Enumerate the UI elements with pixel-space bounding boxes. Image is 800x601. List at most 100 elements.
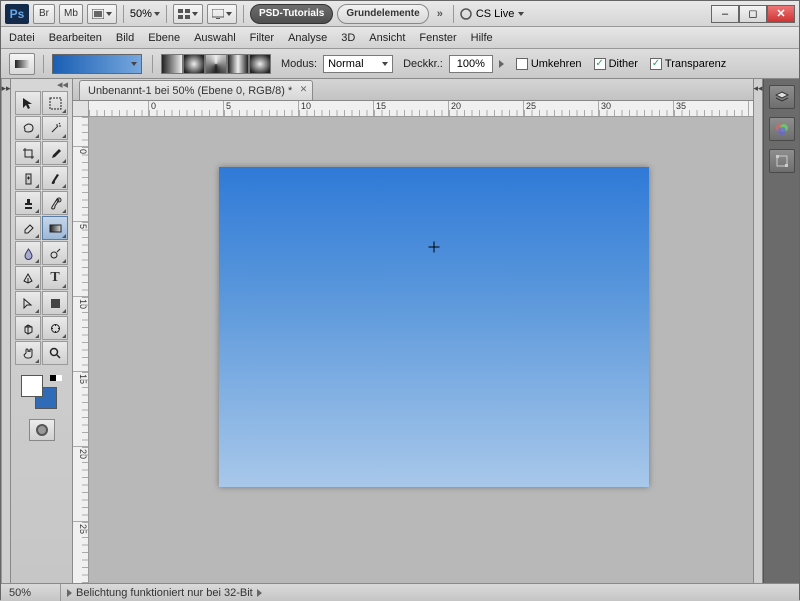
close-button[interactable]: ✕ <box>767 5 795 23</box>
toolbox: ◂◂ T <box>11 79 73 583</box>
menu-datei[interactable]: Datei <box>9 32 35 44</box>
stamp-tool[interactable] <box>15 191 41 215</box>
type-tool[interactable]: T <box>42 266 68 290</box>
tool-grid: T <box>11 89 72 367</box>
checkbox-icon: ✓ <box>650 58 662 70</box>
transparency-checkbox[interactable]: ✓Transparenz <box>650 58 726 70</box>
default-colors-icon[interactable] <box>50 375 62 387</box>
gradient-linear-button[interactable] <box>161 54 183 74</box>
gradient-angle-button[interactable] <box>205 54 227 74</box>
dodge-tool[interactable] <box>42 241 68 265</box>
right-panel-dock <box>763 79 799 583</box>
left-collapse-icon[interactable]: ▸▸ <box>1 79 11 583</box>
viewextras-dropdown[interactable] <box>87 4 117 24</box>
horizontal-ruler[interactable]: 0 5 10 15 20 25 30 35 <box>89 101 753 117</box>
gradient-diamond-button[interactable] <box>249 54 271 74</box>
menu-3d[interactable]: 3D <box>341 32 355 44</box>
blur-tool[interactable] <box>15 241 41 265</box>
ruler-origin[interactable] <box>73 101 89 117</box>
gradient-picker[interactable] <box>52 54 142 74</box>
move-tool[interactable] <box>15 91 41 115</box>
hand-tool[interactable] <box>15 341 41 365</box>
foreground-swatch[interactable] <box>21 375 43 397</box>
shape-tool[interactable] <box>42 291 68 315</box>
gradient-radial-button[interactable] <box>183 54 205 74</box>
minibridge-button[interactable]: Mb <box>59 4 83 24</box>
opacity-label: Deckkr.: <box>403 58 443 70</box>
zoom-tool[interactable] <box>42 341 68 365</box>
healing-tool[interactable] <box>15 166 41 190</box>
menu-auswahl[interactable]: Auswahl <box>194 32 236 44</box>
checkbox-icon: ✓ <box>594 58 606 70</box>
canvas[interactable] <box>219 167 649 487</box>
3d-camera-tool[interactable] <box>42 316 68 340</box>
toolbox-handle-icon[interactable]: ◂◂ <box>11 79 72 89</box>
circle-icon <box>460 8 472 20</box>
status-bar: 50% Belichtung funktioniert nur bei 32-B… <box>1 583 799 601</box>
channels-panel-icon[interactable] <box>769 117 795 141</box>
layers-panel-icon[interactable] <box>769 85 795 109</box>
brush-tool[interactable] <box>42 166 68 190</box>
canvas-scroll-area[interactable] <box>89 117 753 583</box>
menu-hilfe[interactable]: Hilfe <box>471 32 493 44</box>
zoom-value: 50% <box>130 8 152 20</box>
cslive-dropdown[interactable]: CS Live <box>460 8 525 20</box>
window-controls: – ◻ ✕ <box>711 5 795 23</box>
lasso-tool[interactable] <box>15 116 41 140</box>
status-zoom-field[interactable]: 50% <box>1 584 61 601</box>
opacity-flyout-icon[interactable] <box>499 60 504 68</box>
3d-tool[interactable] <box>15 316 41 340</box>
paths-panel-icon[interactable] <box>769 149 795 173</box>
application-bar: Ps Br Mb 50% PSD-Tutorials Grundelemente… <box>1 1 799 27</box>
opacity-field[interactable]: 100% <box>449 55 493 73</box>
gradient-tool-icon <box>15 57 29 71</box>
crosshair-cursor-icon <box>429 242 440 253</box>
menu-ansicht[interactable]: Ansicht <box>369 32 405 44</box>
film-icon <box>92 9 104 19</box>
bridge-button[interactable]: Br <box>33 4 55 24</box>
menu-bar: Datei Bearbeiten Bild Ebene Auswahl Filt… <box>1 27 799 49</box>
crop-tool[interactable] <box>15 141 41 165</box>
document-viewport: 0 5 10 15 20 25 30 35 0 5 10 15 20 25 <box>73 101 753 583</box>
mode-select[interactable]: Normal <box>323 55 393 73</box>
menu-fenster[interactable]: Fenster <box>419 32 456 44</box>
right-collapse-icon[interactable]: ◂◂ <box>753 79 763 583</box>
maximize-button[interactable]: ◻ <box>739 5 767 23</box>
menu-analyse[interactable]: Analyse <box>288 32 327 44</box>
tool-preset-picker[interactable] <box>9 53 35 75</box>
vertical-ruler[interactable]: 0 5 10 15 20 25 <box>73 117 89 583</box>
arrange-dropdown[interactable] <box>173 4 203 24</box>
eraser-tool[interactable] <box>15 216 41 240</box>
reverse-checkbox[interactable]: Umkehren <box>516 58 582 70</box>
pen-tool[interactable] <box>15 266 41 290</box>
workspace-button[interactable]: PSD-Tutorials <box>250 4 333 24</box>
mode-value: Normal <box>328 58 363 70</box>
wand-tool[interactable] <box>42 116 68 140</box>
zoom-dropdown[interactable]: 50% <box>130 8 160 20</box>
more-workspaces-icon[interactable]: » <box>433 8 447 20</box>
dither-checkbox[interactable]: ✓Dither <box>594 58 638 70</box>
eyedropper-tool[interactable] <box>42 141 68 165</box>
marquee-tool[interactable] <box>42 91 68 115</box>
mode-label: Modus: <box>281 58 317 70</box>
workspace2-button[interactable]: Grundelemente <box>337 4 428 24</box>
cslive-label: CS Live <box>476 8 515 20</box>
screen-icon <box>212 9 224 19</box>
flyout-icon[interactable] <box>257 589 262 597</box>
history-brush-tool[interactable] <box>42 191 68 215</box>
menu-bild[interactable]: Bild <box>116 32 134 44</box>
close-tab-icon[interactable]: ✕ <box>300 84 308 95</box>
menu-bearbeiten[interactable]: Bearbeiten <box>49 32 102 44</box>
main-area: ▸▸ ◂◂ T <box>1 79 799 583</box>
menu-filter[interactable]: Filter <box>250 32 274 44</box>
path-select-tool[interactable] <box>15 291 41 315</box>
gradient-reflected-button[interactable] <box>227 54 249 74</box>
status-message[interactable]: Belichtung funktioniert nur bei 32-Bit <box>61 587 268 599</box>
menu-ebene[interactable]: Ebene <box>148 32 180 44</box>
quickmask-button[interactable] <box>29 419 55 441</box>
screenmode-dropdown[interactable] <box>207 4 237 24</box>
document-tab[interactable]: Unbenannt-1 bei 50% (Ebene 0, RGB/8) * ✕ <box>79 80 313 100</box>
ps-logo-icon: Ps <box>5 4 29 24</box>
gradient-tool[interactable] <box>42 216 68 240</box>
minimize-button[interactable]: – <box>711 5 739 23</box>
